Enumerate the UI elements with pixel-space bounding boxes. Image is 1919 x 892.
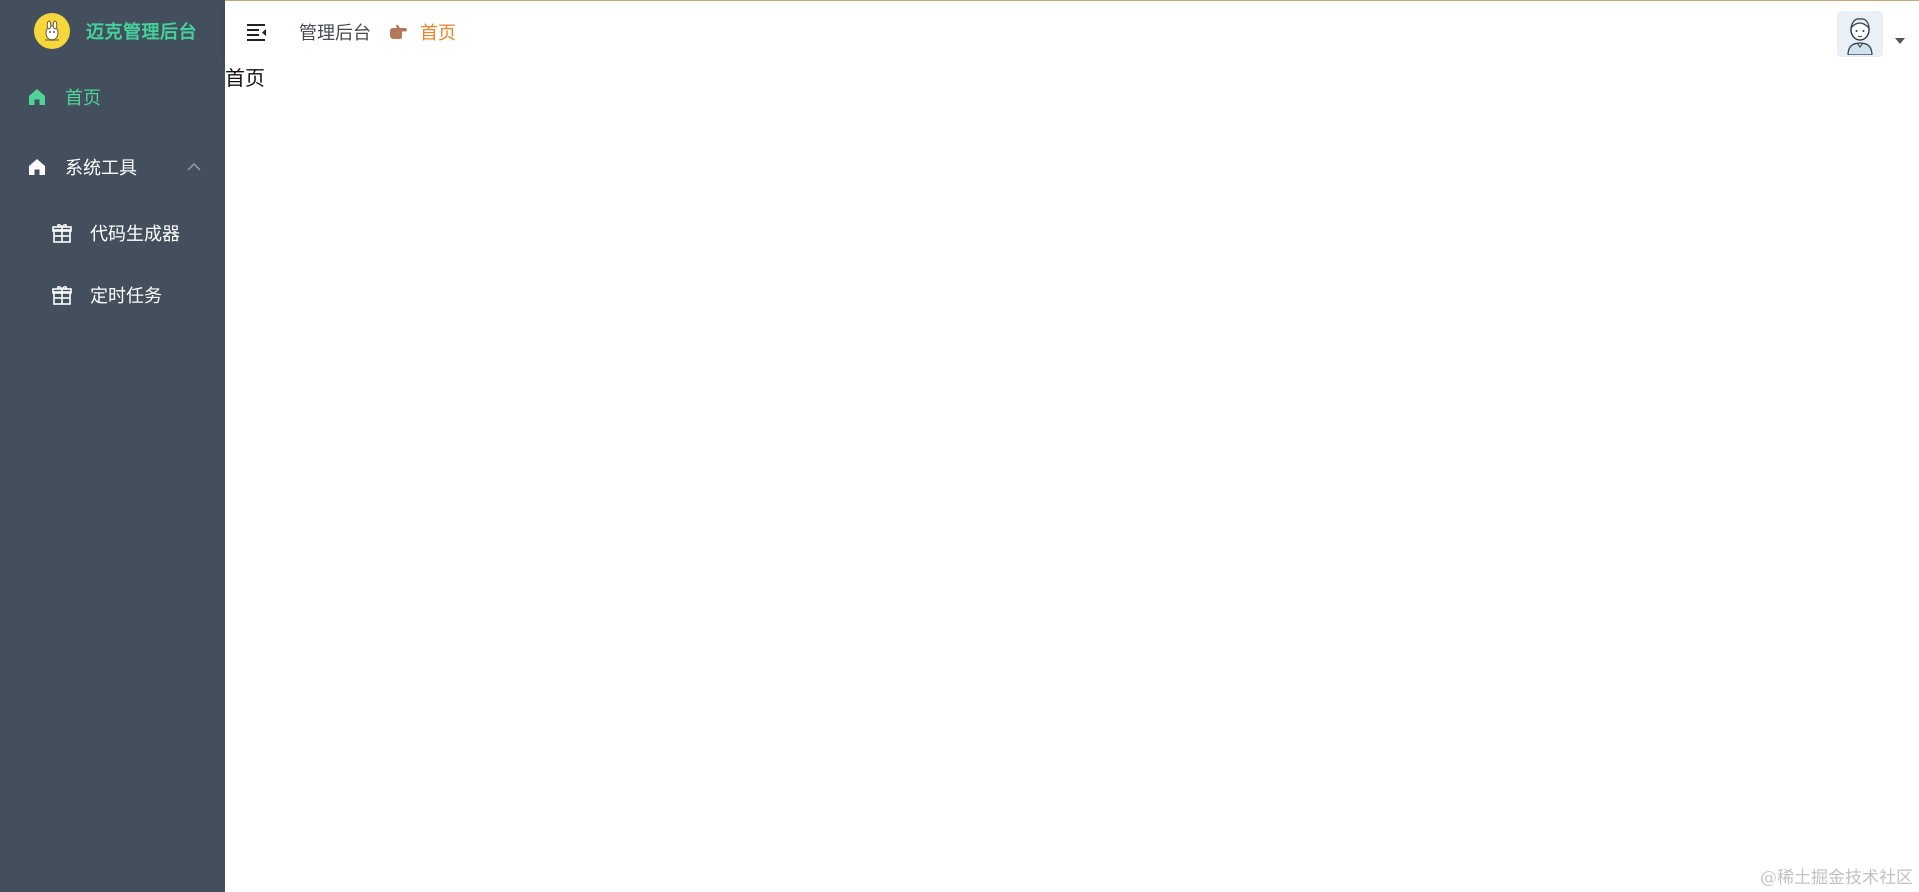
breadcrumb: 管理后台 首页 [299,19,456,45]
gift-icon [51,284,73,306]
pointing-hand-icon [388,23,408,41]
watermark: @稀土掘金技术社区 [1760,868,1913,888]
gift-icon [51,222,73,244]
sidebar-item-label: 代码生成器 [90,224,180,245]
chevron-up-icon [187,163,201,171]
sidebar: 迈克管理后台 首页 系统工具 代码生成器 定时任务 [0,0,225,892]
top-header: 管理后台 首页 [225,0,1919,63]
brand-title: 迈克管理后台 [86,22,197,43]
sidebar-item-code-generator[interactable]: 代码生成器 [0,202,225,264]
home-icon [27,157,47,177]
home-icon [27,87,47,107]
sidebar-item-system-tools[interactable]: 系统工具 [0,132,225,202]
sidebar-item-label: 定时任务 [90,286,162,307]
menu-fold-icon[interactable] [246,22,268,42]
main-content: 首页 [225,63,1919,892]
caret-down-icon[interactable] [1895,38,1905,44]
brand[interactable]: 迈克管理后台 [0,0,225,62]
sidebar-item-label: 首页 [65,88,101,109]
avatar[interactable] [1837,11,1883,57]
sidebar-item-label: 系统工具 [65,158,137,179]
page-content-text: 首页 [225,66,265,90]
user-menu[interactable] [1837,11,1905,57]
sidebar-item-scheduled-tasks[interactable]: 定时任务 [0,264,225,326]
app-root: 迈克管理后台 首页 系统工具 代码生成器 定时任务 管理后台 首页 首页 @稀土… [0,0,1919,892]
sidebar-menu: 首页 系统工具 代码生成器 定时任务 [0,62,225,326]
sidebar-item-home[interactable]: 首页 [0,62,225,132]
breadcrumb-root[interactable]: 管理后台 [299,19,371,45]
brand-logo-icon [34,13,70,49]
breadcrumb-current: 首页 [420,23,456,44]
